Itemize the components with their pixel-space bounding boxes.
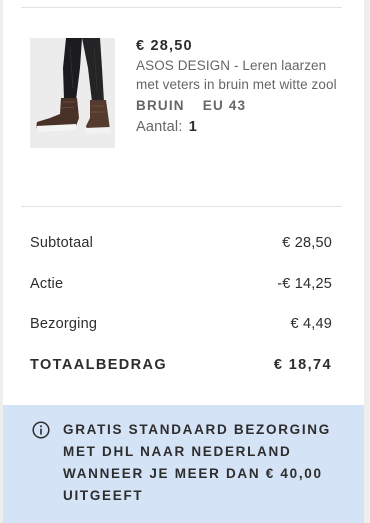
quantity-label: Aantal: [136, 119, 183, 135]
product-image[interactable] [30, 38, 115, 148]
info-icon [32, 421, 50, 439]
product-info: € 28,50 ASOS DESIGN - Leren laarzen met … [136, 38, 341, 136]
subtotal-label: Subtotaal [30, 235, 94, 251]
product-attributes: BRUIN EU 43 [136, 97, 341, 115]
free-shipping-message: GRATIS STANDAARD BEZORGING MET DHL NAAR … [63, 422, 331, 503]
product-size: EU 43 [202, 98, 247, 113]
bag-summary-page: € 28,50 ASOS DESIGN - Leren laarzen met … [0, 0, 370, 523]
product-title[interactable]: ASOS DESIGN - Leren laarzen met veters i… [136, 56, 341, 94]
discount-row: Actie -€ 14,25 [30, 274, 332, 294]
product-quantity: Aantal: 1 [136, 118, 341, 136]
totals-list: Subtotaal € 28,50 Actie -€ 14,25 Bezorgi… [30, 233, 332, 395]
boots-product-photo [30, 38, 115, 148]
total-row: TOTAALBEDRAG € 18,74 [30, 355, 332, 375]
shipping-label: Bezorging [30, 316, 98, 332]
subtotal-value: € 28,50 [282, 235, 332, 251]
discount-label: Actie [30, 275, 64, 292]
subtotal-row: Subtotaal € 28,50 [30, 233, 332, 253]
total-value: € 18,74 [273, 356, 332, 373]
divider [21, 7, 342, 8]
shipping-value: € 4,49 [290, 316, 332, 332]
bag-item: € 28,50 ASOS DESIGN - Leren laarzen met … [30, 38, 340, 148]
shipping-row: Bezorging € 4,49 [30, 314, 332, 334]
product-price: € 28,50 [136, 38, 193, 54]
product-color: BRUIN [136, 98, 185, 113]
divider [21, 206, 342, 207]
discount-value: -€ 14,25 [277, 275, 332, 292]
quantity-value: 1 [188, 119, 198, 135]
total-label: TOTAALBEDRAG [30, 356, 168, 373]
